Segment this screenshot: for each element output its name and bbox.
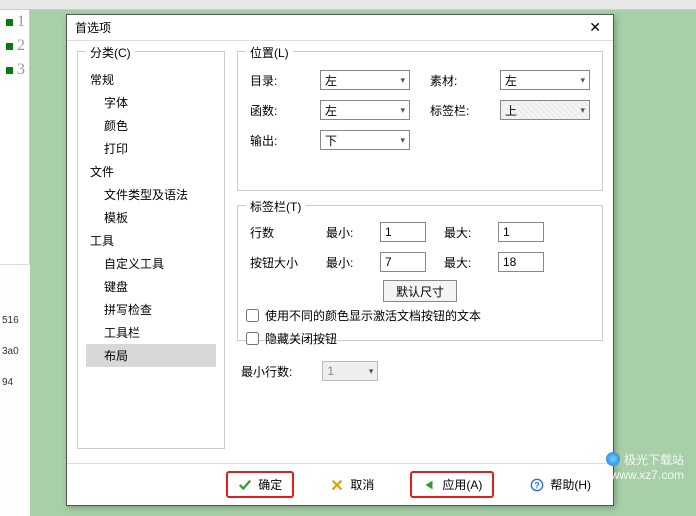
apply-button[interactable]: 应用(A) xyxy=(410,471,494,498)
tree-node-general[interactable]: 常规 xyxy=(86,68,216,91)
function-label: 函数: xyxy=(250,102,300,119)
tree-node-file[interactable]: 文件 xyxy=(86,160,216,183)
catalog-label: 目录: xyxy=(250,72,300,89)
material-label: 素材: xyxy=(430,72,480,89)
position-groupbox: 位置(L) 目录: 左▾ 素材: 左▾ 函数: 左▾ 标签栏: 上▾ 输出: 下… xyxy=(237,51,603,191)
hideclose-checkbox[interactable] xyxy=(246,332,259,345)
apply-label: 应用(A) xyxy=(442,476,482,493)
tabbar-combo[interactable]: 上▾ xyxy=(500,100,590,120)
minrows-label: 最小行数: xyxy=(241,363,292,380)
function-combo[interactable]: 左▾ xyxy=(320,100,410,120)
category-groupbox: 分类(C) 常规 字体 颜色 打印 文件 文件类型及语法 模板 工具 自定义工具… xyxy=(77,51,225,449)
catalog-combo[interactable]: 左▾ xyxy=(320,70,410,90)
minrows-row: 最小行数: 1▾ xyxy=(237,355,603,387)
tabbar-label: 标签栏: xyxy=(430,102,480,119)
tree-node-keyboard[interactable]: 键盘 xyxy=(86,275,216,298)
diffcolor-label: 使用不同的颜色显示激活文档按钮的文本 xyxy=(265,307,481,324)
default-size-button[interactable]: 默认尺寸 xyxy=(383,280,457,302)
help-label: 帮助(H) xyxy=(550,476,591,493)
tree-node-filetype[interactable]: 文件类型及语法 xyxy=(86,183,216,206)
output-label: 输出: xyxy=(250,132,300,149)
tree-node-spellcheck[interactable]: 拼写检查 xyxy=(86,298,216,321)
cancel-label: 取消 xyxy=(350,476,374,493)
tree-node-customtools[interactable]: 自定义工具 xyxy=(86,252,216,275)
rows-min-input[interactable] xyxy=(380,222,426,242)
rows-max-input[interactable] xyxy=(498,222,544,242)
chevron-down-icon: ▾ xyxy=(400,105,405,116)
btn-min-label: 最小: xyxy=(326,254,366,271)
apply-icon xyxy=(422,478,436,492)
tree-node-font[interactable]: 字体 xyxy=(86,91,216,114)
btn-max-input[interactable] xyxy=(498,252,544,272)
tree-node-toolbar[interactable]: 工具栏 xyxy=(86,321,216,344)
ok-button[interactable]: 确定 xyxy=(226,471,294,498)
tree-node-layout[interactable]: 布局 xyxy=(86,344,216,367)
ok-label: 确定 xyxy=(258,476,282,493)
category-legend: 分类(C) xyxy=(86,44,135,61)
btnsize-label: 按钮大小 xyxy=(250,254,312,271)
chevron-down-icon: ▾ xyxy=(580,75,585,86)
btn-max-label: 最大: xyxy=(444,254,484,271)
tree-node-template[interactable]: 模板 xyxy=(86,206,216,229)
help-icon: ? xyxy=(530,478,544,492)
material-combo[interactable]: 左▾ xyxy=(500,70,590,90)
chevron-down-icon: ▾ xyxy=(369,366,374,377)
position-legend: 位置(L) xyxy=(246,44,293,61)
rows-label: 行数 xyxy=(250,224,312,241)
chevron-down-icon: ▾ xyxy=(580,105,585,116)
dialog-titlebar: 首选项 ✕ xyxy=(67,15,613,41)
output-combo[interactable]: 下▾ xyxy=(320,130,410,150)
category-tree[interactable]: 常规 字体 颜色 打印 文件 文件类型及语法 模板 工具 自定义工具 键盘 拼写… xyxy=(86,64,216,440)
gutter-line: 1 xyxy=(0,10,29,34)
tabbar-groupbox: 标签栏(T) 行数 最小: 最大: 按钮大小 最小: 最大: 默认尺寸 使用不 xyxy=(237,205,603,341)
cross-icon xyxy=(330,478,344,492)
btn-min-input[interactable] xyxy=(380,252,426,272)
dialog-title: 首选项 xyxy=(75,19,585,36)
tabbar-legend: 标签栏(T) xyxy=(246,198,305,215)
preferences-dialog: 首选项 ✕ 分类(C) 常规 字体 颜色 打印 文件 文件类型及语法 模板 工具… xyxy=(66,14,614,506)
gutter-line: 3 xyxy=(0,58,29,82)
chevron-down-icon: ▾ xyxy=(400,75,405,86)
app-toolbar xyxy=(0,0,696,10)
cancel-button[interactable]: 取消 xyxy=(324,473,380,496)
tree-node-print[interactable]: 打印 xyxy=(86,137,216,160)
help-button[interactable]: ? 帮助(H) xyxy=(524,473,597,496)
rows-max-label: 最大: xyxy=(444,224,484,241)
close-icon[interactable]: ✕ xyxy=(585,19,605,36)
chevron-down-icon: ▾ xyxy=(400,135,405,146)
tree-node-tools[interactable]: 工具 xyxy=(86,229,216,252)
hideclose-label: 隐藏关闭按钮 xyxy=(265,330,337,347)
diffcolor-checkbox[interactable] xyxy=(246,309,259,322)
rows-min-label: 最小: xyxy=(326,224,366,241)
dialog-button-bar: 确定 取消 应用(A) ? 帮助(H) xyxy=(67,463,613,505)
settings-pane: 位置(L) 目录: 左▾ 素材: 左▾ 函数: 左▾ 标签栏: 上▾ 输出: 下… xyxy=(237,51,603,463)
minrows-combo[interactable]: 1▾ xyxy=(322,361,378,381)
check-icon xyxy=(238,478,252,492)
gutter-line: 2 xyxy=(0,34,29,58)
svg-text:?: ? xyxy=(535,480,540,490)
tree-node-color[interactable]: 颜色 xyxy=(86,114,216,137)
